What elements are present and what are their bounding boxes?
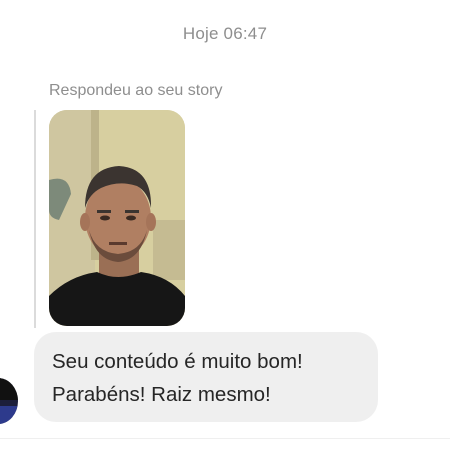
bottom-divider	[0, 438, 450, 439]
message-line-1: Seu conteúdo é muito bom!	[52, 350, 303, 373]
sender-avatar[interactable]	[0, 378, 18, 424]
story-video-thumbnail-icon	[49, 110, 185, 326]
message-timestamp: Hoje 06:47	[182, 24, 268, 43]
story-reply-label: Respondeu ao seu story	[49, 82, 223, 99]
message-bubble[interactable]: Seu conteúdo é muito bom! Parabéns! Raiz…	[34, 332, 378, 422]
avatar-shirt	[0, 406, 18, 424]
message-line-2: Parabéns! Raiz mesmo!	[52, 383, 271, 406]
story-thumbnail[interactable]	[49, 110, 185, 326]
reply-indicator-bar	[34, 110, 36, 328]
avatar-hair	[0, 378, 18, 400]
